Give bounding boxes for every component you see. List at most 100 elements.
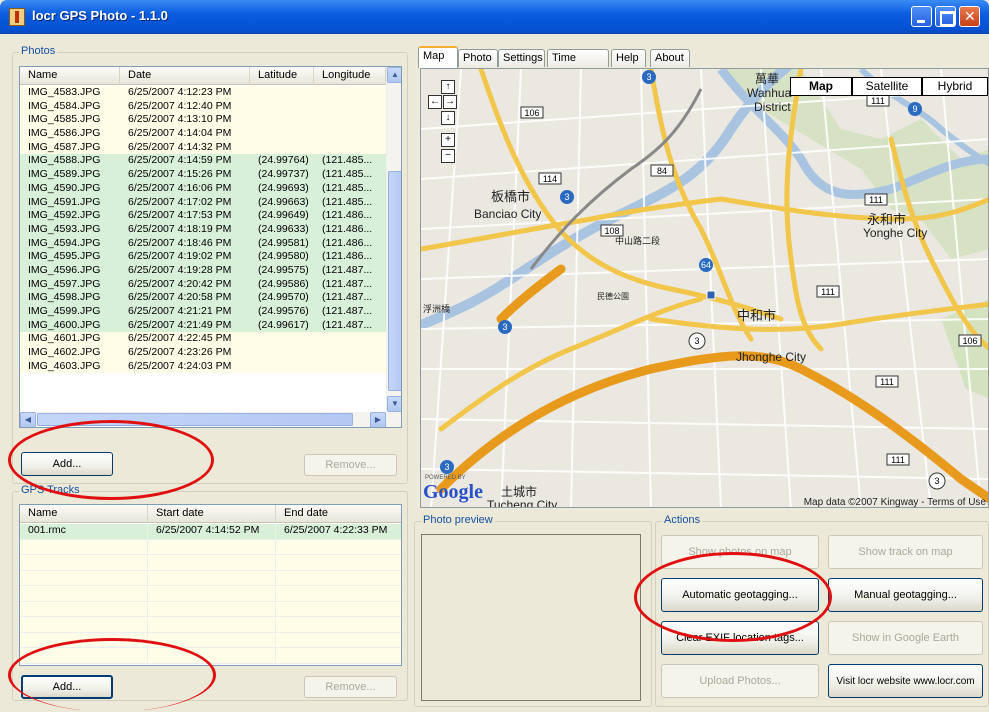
close-button[interactable]: [959, 6, 980, 27]
photo-row[interactable]: IMG_4591.JPG 6/25/2007 4:17:02 PM (24.9966…: [20, 195, 386, 210]
photo-cell-lat: (24.99693): [258, 181, 309, 194]
scroll-left-icon[interactable]: ◀: [20, 412, 36, 427]
photos-vertical-scrollbar[interactable]: ▲ ▼: [386, 67, 401, 412]
map-canvas[interactable]: 106 114 108 84 111 111 106 111 111 111 3…: [421, 69, 989, 508]
photo-cell-lon: [314, 113, 386, 127]
empty-track-row[interactable]: [20, 586, 401, 602]
show-track-on-map-button[interactable]: Show track on map: [828, 535, 983, 569]
track-marker[interactable]: [706, 290, 716, 300]
empty-track-row[interactable]: [20, 648, 401, 664]
photo-row[interactable]: IMG_4598.JPG 6/25/2007 4:20:58 PM (24.9957…: [20, 291, 386, 305]
track-cell-start: [148, 632, 276, 647]
track-cell-start: [148, 648, 276, 663]
photos-add-button[interactable]: Add...: [21, 452, 113, 476]
photo-row[interactable]: IMG_4584.JPG 6/25/2007 4:12:40 PM: [20, 99, 386, 114]
minimize-button[interactable]: [911, 6, 932, 27]
map-attribution[interactable]: Map data ©2007 Kingway - Terms of Use: [804, 497, 986, 507]
photo-cell-date: 6/25/2007 4:12:40 PM: [128, 99, 232, 112]
col-date[interactable]: Date: [120, 67, 250, 85]
photo-row[interactable]: IMG_4587.JPG 6/25/2007 4:14:32 PM: [20, 140, 386, 155]
manual-geotagging-button[interactable]: Manual geotagging...: [828, 578, 983, 612]
empty-track-row[interactable]: [20, 539, 401, 555]
map-view[interactable]: 106 114 108 84 111 111 106 111 111 111 3…: [420, 68, 989, 508]
photo-row[interactable]: IMG_4585.JPG 6/25/2007 4:13:10 PM: [20, 113, 386, 128]
pan-right-icon[interactable]: →: [443, 95, 457, 109]
photo-row[interactable]: IMG_4588.JPG 6/25/2007 4:14:59 PM (24.9976…: [20, 154, 386, 169]
hscroll-thumb[interactable]: [37, 413, 353, 426]
zoom-in-icon[interactable]: +: [441, 133, 455, 147]
tracks-list[interactable]: Name Start date End date 001.rmc 6/25/200…: [19, 504, 402, 666]
photo-cell-lon: [314, 332, 386, 346]
show-photos-on-map-button[interactable]: Show photos on map: [661, 535, 819, 569]
svg-text:3: 3: [502, 322, 507, 332]
tab-settings[interactable]: Settings: [498, 49, 545, 67]
scroll-thumb[interactable]: [388, 171, 401, 391]
map-type-satellite[interactable]: Satellite: [852, 77, 922, 96]
photo-row[interactable]: IMG_4589.JPG 6/25/2007 4:15:26 PM (24.9973…: [20, 168, 386, 182]
photo-row[interactable]: IMG_4599.JPG 6/25/2007 4:21:21 PM (24.9957…: [20, 305, 386, 319]
upload-photos-button[interactable]: Upload Photos...: [661, 664, 819, 698]
photo-row[interactable]: IMG_4586.JPG 6/25/2007 4:14:04 PM: [20, 127, 386, 141]
photo-row[interactable]: IMG_4597.JPG 6/25/2007 4:20:42 PM (24.9958…: [20, 277, 386, 292]
photo-cell-date: 6/25/2007 4:12:23 PM: [128, 86, 232, 98]
map-type-map[interactable]: Map: [790, 77, 852, 96]
photo-row[interactable]: IMG_4592.JPG 6/25/2007 4:17:53 PM (24.9964…: [20, 209, 386, 223]
photo-row[interactable]: IMG_4593.JPG 6/25/2007 4:18:19 PM (24.9963…: [20, 222, 386, 237]
scroll-up-icon[interactable]: ▲: [387, 67, 401, 83]
svg-text:111: 111: [891, 455, 905, 465]
empty-track-row[interactable]: [20, 632, 401, 648]
photo-row[interactable]: IMG_4596.JPG 6/25/2007 4:19:28 PM (24.9957…: [20, 263, 386, 278]
tab-help[interactable]: Help: [611, 49, 646, 67]
zoom-out-icon[interactable]: −: [441, 149, 455, 163]
col-latitude[interactable]: Latitude: [250, 67, 314, 85]
photo-row[interactable]: IMG_4600.JPG 6/25/2007 4:21:49 PM (24.9961…: [20, 318, 386, 333]
empty-track-row[interactable]: [20, 601, 401, 617]
photo-row[interactable]: IMG_4603.JPG 6/25/2007 4:24:03 PM: [20, 359, 386, 374]
empty-track-row[interactable]: [20, 617, 401, 633]
tracks-list-header: Name Start date End date: [20, 505, 401, 523]
svg-text:111: 111: [880, 377, 894, 387]
photos-horizontal-scrollbar[interactable]: ◀ ▶: [20, 412, 401, 427]
col-track-name[interactable]: Name: [20, 505, 148, 523]
col-name[interactable]: Name: [20, 67, 120, 85]
tracks-add-button[interactable]: Add...: [21, 675, 113, 699]
photo-row[interactable]: IMG_4594.JPG 6/25/2007 4:18:46 PM (24.9958…: [20, 236, 386, 251]
empty-track-row[interactable]: [20, 570, 401, 586]
photos-list[interactable]: Name Date Latitude Longitude IMG_4583.JP…: [19, 66, 402, 428]
scroll-down-icon[interactable]: ▼: [387, 396, 401, 412]
photo-row[interactable]: IMG_4602.JPG 6/25/2007 4:23:26 PM: [20, 346, 386, 360]
clear-exif-location-button[interactable]: Clear EXIF location tags...: [661, 621, 819, 655]
empty-track-row[interactable]: [20, 555, 401, 571]
show-in-google-earth-button[interactable]: Show in Google Earth: [828, 621, 983, 655]
tracks-remove-button[interactable]: Remove...: [304, 676, 397, 698]
col-end-date[interactable]: End date: [276, 505, 401, 523]
tab-time-adjust[interactable]: Time Adjust: [547, 49, 609, 81]
photo-row[interactable]: IMG_4590.JPG 6/25/2007 4:16:06 PM (24.9969…: [20, 181, 386, 196]
scroll-right-icon[interactable]: ▶: [370, 412, 386, 427]
pan-up-icon[interactable]: ↑: [441, 80, 455, 94]
photo-cell-date: 6/25/2007 4:21:49 PM: [128, 318, 232, 331]
pan-down-icon[interactable]: ↓: [441, 111, 455, 125]
google-logo[interactable]: Google: [423, 481, 483, 504]
automatic-geotagging-button[interactable]: Automatic geotagging...: [661, 578, 819, 612]
tab-map[interactable]: Map: [418, 46, 458, 68]
track-row[interactable]: 001.rmc 6/25/2007 4:14:52 PM 6/25/2007 4:2…: [20, 524, 401, 540]
tab-about[interactable]: About: [650, 49, 690, 67]
maximize-button[interactable]: [935, 6, 956, 27]
photo-cell-name: IMG_4598.JPG: [28, 291, 101, 304]
photo-cell-lat: [250, 346, 314, 360]
photo-cell-date: 6/25/2007 4:20:42 PM: [128, 277, 232, 290]
tab-photo[interactable]: Photo: [458, 49, 498, 67]
photo-row[interactable]: IMG_4601.JPG 6/25/2007 4:22:45 PM: [20, 332, 386, 347]
photo-row[interactable]: IMG_4595.JPG 6/25/2007 4:19:02 PM (24.9958…: [20, 250, 386, 264]
title-bar[interactable]: locr GPS Photo - 1.1.0: [0, 0, 989, 34]
map-type-hybrid[interactable]: Hybrid: [922, 77, 988, 96]
photos-remove-button[interactable]: Remove...: [304, 454, 397, 476]
col-start-date[interactable]: Start date: [148, 505, 276, 523]
col-longitude[interactable]: Longitude: [314, 67, 386, 85]
visit-locr-website-button[interactable]: Visit locr website www.locr.com: [828, 664, 983, 698]
photo-cell-date: 6/25/2007 4:16:06 PM: [128, 181, 232, 194]
pan-left-icon[interactable]: ←: [428, 95, 442, 109]
photo-row[interactable]: IMG_4583.JPG 6/25/2007 4:12:23 PM: [20, 86, 386, 100]
svg-text:111: 111: [869, 195, 883, 205]
